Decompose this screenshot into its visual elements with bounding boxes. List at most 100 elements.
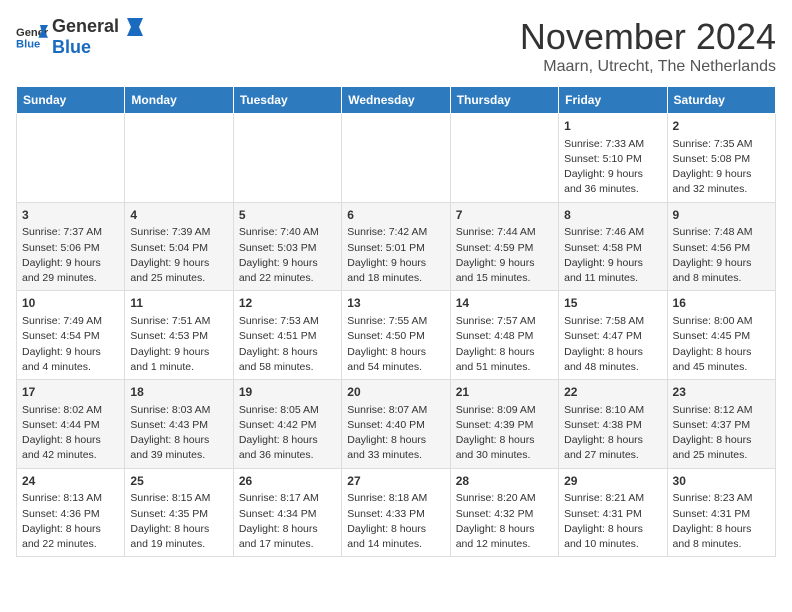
day-info: Sunrise: 7:42 AM Sunset: 5:01 PM Dayligh… [347,225,444,286]
day-info: Sunrise: 7:57 AM Sunset: 4:48 PM Dayligh… [456,314,553,375]
column-header-tuesday: Tuesday [233,87,341,114]
day-number: 3 [22,207,119,224]
calendar-cell: 14Sunrise: 7:57 AM Sunset: 4:48 PM Dayli… [450,291,558,380]
calendar-week-3: 10 Sunrise: 7:49 AM Sunset: 4:54 PM Dayli… [17,291,776,380]
calendar-cell: 29Sunrise: 8:21 AM Sunset: 4:31 PM Dayli… [559,468,667,557]
calendar-cell: 13 Sunrise: 7:55 AM Sunset: 4:50 PM Dayli… [342,291,450,380]
calendar-cell: 25Sunrise: 8:15 AM Sunset: 4:35 PM Dayli… [125,468,233,557]
day-info: Sunrise: 8:15 AM Sunset: 4:35 PM Dayligh… [130,491,227,552]
calendar-cell: 23 Sunrise: 8:12 AM Sunset: 4:37 PM Dayli… [667,380,775,469]
calendar-cell: 12 Sunrise: 7:53 AM Sunset: 4:51 PM Dayli… [233,291,341,380]
calendar-cell [125,114,233,203]
column-header-thursday: Thursday [450,87,558,114]
day-info: Sunrise: 7:58 AM Sunset: 4:47 PM Dayligh… [564,314,661,375]
day-info: Sunrise: 7:39 AM Sunset: 5:04 PM Dayligh… [130,225,227,286]
day-number: 10 [22,295,119,312]
day-info: Sunrise: 8:20 AM Sunset: 4:32 PM Dayligh… [456,491,553,552]
calendar-cell: 22 Sunrise: 8:10 AM Sunset: 4:38 PM Dayli… [559,380,667,469]
calendar-cell: 24Sunrise: 8:13 AM Sunset: 4:36 PM Dayli… [17,468,125,557]
day-number: 24 [22,473,119,490]
calendar-table: SundayMondayTuesdayWednesdayThursdayFrid… [16,86,776,557]
day-number: 23 [673,384,770,401]
day-number: 29 [564,473,661,490]
day-info: Sunrise: 8:07 AM Sunset: 4:40 PM Dayligh… [347,403,444,464]
calendar-cell: 19 Sunrise: 8:05 AM Sunset: 4:42 PM Dayli… [233,380,341,469]
day-number: 19 [239,384,336,401]
calendar-cell: 15 Sunrise: 7:58 AM Sunset: 4:47 PM Dayli… [559,291,667,380]
day-number: 13 [347,295,444,312]
day-number: 4 [130,207,227,224]
calendar-cell: 9Sunrise: 7:48 AM Sunset: 4:56 PM Daylig… [667,202,775,291]
calendar-cell: 30Sunrise: 8:23 AM Sunset: 4:31 PM Dayli… [667,468,775,557]
day-info: Sunrise: 7:46 AM Sunset: 4:58 PM Dayligh… [564,225,661,286]
title-block: November 2024 Maarn, Utrecht, The Nether… [520,16,776,76]
calendar-week-2: 3Sunrise: 7:37 AM Sunset: 5:06 PM Daylig… [17,202,776,291]
day-info: Sunrise: 8:12 AM Sunset: 4:37 PM Dayligh… [673,403,770,464]
day-number: 30 [673,473,770,490]
column-header-saturday: Saturday [667,87,775,114]
calendar-cell: 10 Sunrise: 7:49 AM Sunset: 4:54 PM Dayli… [17,291,125,380]
day-number: 2 [673,118,770,135]
column-header-sunday: Sunday [17,87,125,114]
calendar-cell [17,114,125,203]
day-number: 15 [564,295,661,312]
calendar-cell: 27Sunrise: 8:18 AM Sunset: 4:33 PM Dayli… [342,468,450,557]
logo-arrow-icon [121,18,143,36]
day-number: 8 [564,207,661,224]
location-subtitle: Maarn, Utrecht, The Netherlands [520,58,776,76]
calendar-cell: 6Sunrise: 7:42 AM Sunset: 5:01 PM Daylig… [342,202,450,291]
day-number: 25 [130,473,227,490]
column-header-friday: Friday [559,87,667,114]
calendar-cell: 3Sunrise: 7:37 AM Sunset: 5:06 PM Daylig… [17,202,125,291]
day-info: Sunrise: 7:33 AM Sunset: 5:10 PM Dayligh… [564,137,661,198]
day-number: 16 [673,295,770,312]
day-number: 11 [130,295,227,312]
day-number: 12 [239,295,336,312]
day-number: 22 [564,384,661,401]
day-number: 21 [456,384,553,401]
calendar-cell: 26Sunrise: 8:17 AM Sunset: 4:34 PM Dayli… [233,468,341,557]
day-info: Sunrise: 8:13 AM Sunset: 4:36 PM Dayligh… [22,491,119,552]
month-title: November 2024 [520,16,776,58]
calendar-cell: 28Sunrise: 8:20 AM Sunset: 4:32 PM Dayli… [450,468,558,557]
logo: General Blue General Blue [16,16,143,58]
calendar-week-4: 17Sunrise: 8:02 AM Sunset: 4:44 PM Dayli… [17,380,776,469]
calendar-cell: 4Sunrise: 7:39 AM Sunset: 5:04 PM Daylig… [125,202,233,291]
calendar-cell: 2Sunrise: 7:35 AM Sunset: 5:08 PM Daylig… [667,114,775,203]
day-number: 1 [564,118,661,135]
day-info: Sunrise: 7:37 AM Sunset: 5:06 PM Dayligh… [22,225,119,286]
day-info: Sunrise: 8:09 AM Sunset: 4:39 PM Dayligh… [456,403,553,464]
svg-text:Blue: Blue [16,38,40,50]
day-number: 9 [673,207,770,224]
calendar-cell [342,114,450,203]
calendar-cell: 11Sunrise: 7:51 AM Sunset: 4:53 PM Dayli… [125,291,233,380]
day-info: Sunrise: 7:44 AM Sunset: 4:59 PM Dayligh… [456,225,553,286]
day-info: Sunrise: 8:10 AM Sunset: 4:38 PM Dayligh… [564,403,661,464]
day-info: Sunrise: 8:03 AM Sunset: 4:43 PM Dayligh… [130,403,227,464]
day-number: 20 [347,384,444,401]
calendar-cell: 17Sunrise: 8:02 AM Sunset: 4:44 PM Dayli… [17,380,125,469]
day-info: Sunrise: 8:23 AM Sunset: 4:31 PM Dayligh… [673,491,770,552]
day-info: Sunrise: 7:53 AM Sunset: 4:51 PM Dayligh… [239,314,336,375]
day-number: 6 [347,207,444,224]
day-number: 26 [239,473,336,490]
calendar-cell: 16Sunrise: 8:00 AM Sunset: 4:45 PM Dayli… [667,291,775,380]
day-info: Sunrise: 7:49 AM Sunset: 4:54 PM Dayligh… [22,314,119,375]
logo-blue-text: Blue [52,37,91,57]
day-info: Sunrise: 8:02 AM Sunset: 4:44 PM Dayligh… [22,403,119,464]
day-number: 7 [456,207,553,224]
calendar-week-5: 24Sunrise: 8:13 AM Sunset: 4:36 PM Dayli… [17,468,776,557]
day-info: Sunrise: 8:18 AM Sunset: 4:33 PM Dayligh… [347,491,444,552]
calendar-cell: 20 Sunrise: 8:07 AM Sunset: 4:40 PM Dayli… [342,380,450,469]
day-info: Sunrise: 8:05 AM Sunset: 4:42 PM Dayligh… [239,403,336,464]
calendar-header-row: SundayMondayTuesdayWednesdayThursdayFrid… [17,87,776,114]
day-number: 28 [456,473,553,490]
day-info: Sunrise: 7:55 AM Sunset: 4:50 PM Dayligh… [347,314,444,375]
calendar-week-1: 1 Sunrise: 7:33 AM Sunset: 5:10 PM Daylig… [17,114,776,203]
page-header: General Blue General Blue November 2024 … [16,16,776,76]
calendar-cell: 7Sunrise: 7:44 AM Sunset: 4:59 PM Daylig… [450,202,558,291]
logo-general-text: General [52,16,119,37]
day-info: Sunrise: 7:40 AM Sunset: 5:03 PM Dayligh… [239,225,336,286]
calendar-cell: 8Sunrise: 7:46 AM Sunset: 4:58 PM Daylig… [559,202,667,291]
calendar-cell [233,114,341,203]
